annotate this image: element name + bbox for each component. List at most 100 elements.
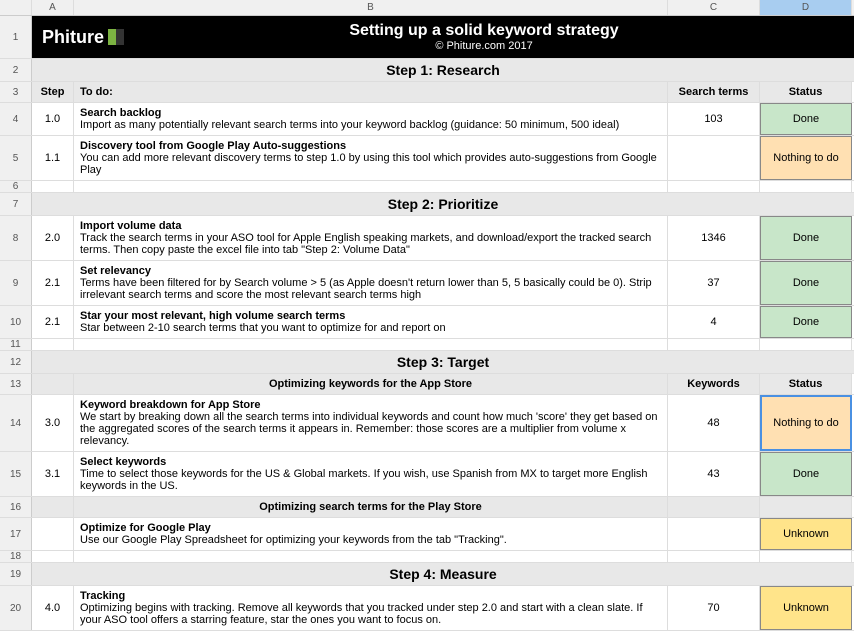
cell-count[interactable] bbox=[668, 518, 760, 550]
subheader-appstore: Optimizing keywords for the App Store bbox=[74, 374, 668, 394]
row-num[interactable]: 15 bbox=[0, 452, 32, 496]
row-num[interactable]: 8 bbox=[0, 216, 32, 260]
cell-todo[interactable]: Star your most relevant, high volume sea… bbox=[74, 306, 668, 338]
cell-count[interactable]: 4 bbox=[668, 306, 760, 338]
row-19: 19 Step 4: Measure bbox=[0, 563, 854, 586]
cell-step[interactable]: 2.1 bbox=[32, 261, 74, 305]
row-num[interactable]: 9 bbox=[0, 261, 32, 305]
cell-todo[interactable]: Set relevancy Terms have been filtered f… bbox=[74, 261, 668, 305]
cell-count[interactable]: 103 bbox=[668, 103, 760, 135]
header-status: Status bbox=[760, 374, 852, 394]
todo-desc: We start by breaking down all the search… bbox=[80, 411, 661, 447]
banner-subtitle: © Phiture.com 2017 bbox=[124, 40, 844, 52]
cell-step[interactable]: 3.1 bbox=[32, 452, 74, 496]
todo-desc: Star between 2-10 search terms that you … bbox=[80, 322, 661, 334]
row-num[interactable]: 12 bbox=[0, 351, 32, 373]
row-1: 1 Phiture Setting up a solid keyword str… bbox=[0, 16, 854, 59]
col-header-a[interactable]: A bbox=[32, 0, 74, 15]
cell-count[interactable] bbox=[668, 136, 760, 180]
row-9: 9 2.1 Set relevancy Terms have been filt… bbox=[0, 261, 854, 306]
row-num[interactable]: 10 bbox=[0, 306, 32, 338]
row-13: 13 Optimizing keywords for the App Store… bbox=[0, 374, 854, 395]
row-num[interactable]: 17 bbox=[0, 518, 32, 550]
cell-count[interactable]: 43 bbox=[668, 452, 760, 496]
cell-todo[interactable]: Discovery tool from Google Play Auto-sug… bbox=[74, 136, 668, 180]
cell-step[interactable]: 4.0 bbox=[32, 586, 74, 630]
header-keywords: Keywords bbox=[668, 374, 760, 394]
row-num[interactable]: 6 bbox=[0, 181, 32, 192]
cell-step[interactable]: 3.0 bbox=[32, 395, 74, 451]
cell-step[interactable]: 2.0 bbox=[32, 216, 74, 260]
cell-status[interactable]: Done bbox=[760, 452, 852, 496]
cell-todo[interactable]: Optimize for Google Play Use our Google … bbox=[74, 518, 668, 550]
header-searchterms: Search terms bbox=[668, 82, 760, 102]
cell-todo[interactable]: Tracking Optimizing begins with tracking… bbox=[74, 586, 668, 630]
row-10: 10 2.1 Star your most relevant, high vol… bbox=[0, 306, 854, 339]
col-header-b[interactable]: B bbox=[74, 0, 668, 15]
cell-status[interactable]: Done bbox=[760, 306, 852, 338]
cell-step[interactable]: 2.1 bbox=[32, 306, 74, 338]
cell-count[interactable]: 37 bbox=[668, 261, 760, 305]
row-num[interactable]: 5 bbox=[0, 136, 32, 180]
col-header-d[interactable]: D bbox=[760, 0, 852, 15]
section-header: Step 2: Prioritize bbox=[32, 193, 854, 215]
cell-step[interactable] bbox=[32, 518, 74, 550]
cell-todo[interactable]: Keyword breakdown for App Store We start… bbox=[74, 395, 668, 451]
todo-title: Search backlog bbox=[80, 107, 661, 119]
header-status: Status bbox=[760, 82, 852, 102]
row-num[interactable]: 14 bbox=[0, 395, 32, 451]
column-headers[interactable]: A B C D bbox=[0, 0, 854, 16]
cell-count[interactable]: 1346 bbox=[668, 216, 760, 260]
row-8: 8 2.0 Import volume data Track the searc… bbox=[0, 216, 854, 261]
todo-title: Optimize for Google Play bbox=[80, 522, 661, 534]
cell-status[interactable]: Unknown bbox=[760, 586, 852, 630]
todo-title: Discovery tool from Google Play Auto-sug… bbox=[80, 140, 661, 152]
todo-desc: Use our Google Play Spreadsheet for opti… bbox=[80, 534, 661, 546]
logo-icon bbox=[108, 29, 124, 45]
row-num[interactable]: 1 bbox=[0, 16, 32, 58]
cell-todo[interactable]: Search backlog Import as many potentiall… bbox=[74, 103, 668, 135]
row-num[interactable]: 4 bbox=[0, 103, 32, 135]
cell-status[interactable]: Done bbox=[760, 261, 852, 305]
cell-status[interactable]: Done bbox=[760, 216, 852, 260]
todo-title: Keyword breakdown for App Store bbox=[80, 399, 661, 411]
cell-count[interactable]: 70 bbox=[668, 586, 760, 630]
row-num[interactable]: 16 bbox=[0, 497, 32, 517]
row-7: 7 Step 2: Prioritize bbox=[0, 193, 854, 216]
cell-status[interactable]: Done bbox=[760, 103, 852, 135]
row-num[interactable]: 19 bbox=[0, 563, 32, 585]
cell-step[interactable]: 1.0 bbox=[32, 103, 74, 135]
logo: Phiture bbox=[42, 27, 124, 48]
row-15: 15 3.1 Select keywords Time to select th… bbox=[0, 452, 854, 497]
todo-title: Import volume data bbox=[80, 220, 661, 232]
todo-desc: Terms have been filtered for by Search v… bbox=[80, 277, 661, 301]
row-num[interactable]: 2 bbox=[0, 59, 32, 81]
row-2: 2 Step 1: Research bbox=[0, 59, 854, 82]
cell-count[interactable]: 48 bbox=[668, 395, 760, 451]
banner-title: Setting up a solid keyword strategy bbox=[124, 22, 844, 40]
row-num[interactable]: 3 bbox=[0, 82, 32, 102]
subheader-playstore: Optimizing search terms for the Play Sto… bbox=[74, 497, 668, 517]
row-5: 5 1.1 Discovery tool from Google Play Au… bbox=[0, 136, 854, 181]
row-num[interactable]: 18 bbox=[0, 551, 32, 562]
row-num[interactable]: 13 bbox=[0, 374, 32, 394]
todo-title: Select keywords bbox=[80, 456, 661, 468]
row-12: 12 Step 3: Target bbox=[0, 351, 854, 374]
cell-status[interactable]: Nothing to do bbox=[760, 136, 852, 180]
row-14: 14 3.0 Keyword breakdown for App Store W… bbox=[0, 395, 854, 452]
todo-desc: Optimizing begins with tracking. Remove … bbox=[80, 602, 661, 626]
row-num[interactable]: 11 bbox=[0, 339, 32, 350]
cell-status[interactable]: Unknown bbox=[760, 518, 852, 550]
header-step: Step bbox=[32, 82, 74, 102]
col-header-c[interactable]: C bbox=[668, 0, 760, 15]
row-num[interactable]: 20 bbox=[0, 586, 32, 630]
cell-todo[interactable]: Import volume data Track the search term… bbox=[74, 216, 668, 260]
cell-status[interactable]: Nothing to do bbox=[760, 395, 852, 451]
row-18: 18 bbox=[0, 551, 854, 563]
cell-todo[interactable]: Select keywords Time to select those key… bbox=[74, 452, 668, 496]
todo-desc: You can add more relevant discovery term… bbox=[80, 152, 661, 176]
row-num[interactable]: 7 bbox=[0, 193, 32, 215]
todo-title: Star your most relevant, high volume sea… bbox=[80, 310, 661, 322]
todo-desc: Track the search terms in your ASO tool … bbox=[80, 232, 661, 256]
cell-step[interactable]: 1.1 bbox=[32, 136, 74, 180]
